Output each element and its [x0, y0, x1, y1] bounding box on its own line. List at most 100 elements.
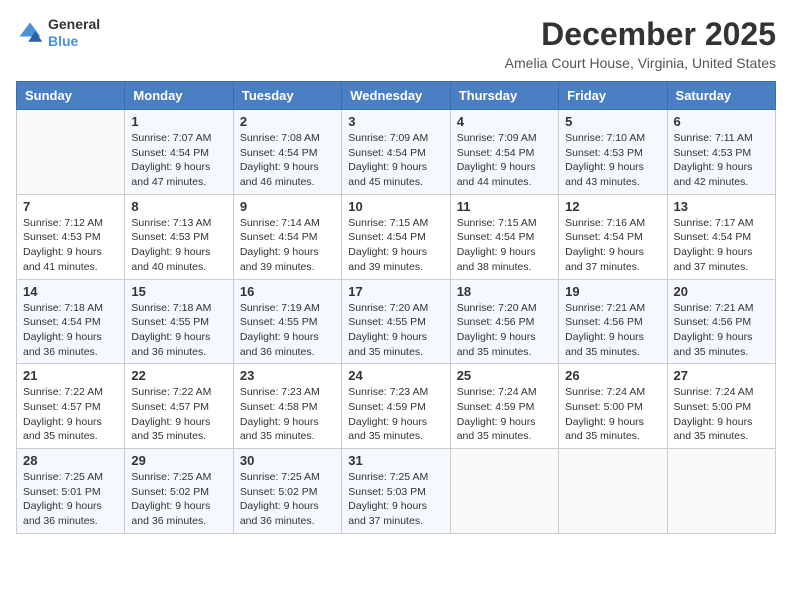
day-number: 16 — [240, 284, 335, 299]
logo-icon — [16, 19, 44, 47]
calendar-cell: 24 Sunrise: 7:23 AMSunset: 4:59 PMDayligh… — [342, 364, 450, 449]
title-block: December 2025 Amelia Court House, Virgin… — [505, 16, 776, 71]
calendar-week-row: 28 Sunrise: 7:25 AMSunset: 5:01 PMDayligh… — [17, 449, 776, 534]
calendar-cell: 23 Sunrise: 7:23 AMSunset: 4:58 PMDayligh… — [233, 364, 341, 449]
weekday-header: Friday — [559, 82, 667, 110]
page-header: General Blue December 2025 Amelia Court … — [16, 16, 776, 71]
calendar-cell: 8 Sunrise: 7:13 AMSunset: 4:53 PMDaylight… — [125, 194, 233, 279]
day-info: Sunrise: 7:22 AMSunset: 4:57 PMDaylight:… — [131, 385, 226, 444]
day-number: 4 — [457, 114, 552, 129]
calendar-cell: 14Sunrise: 7:18 AMSunset: 4:54 PMDayligh… — [17, 279, 125, 364]
calendar-cell: 4 Sunrise: 7:09 AMSunset: 4:54 PMDaylight… — [450, 110, 558, 195]
day-info: Sunrise: 7:24 AMSunset: 4:59 PMDaylight:… — [457, 385, 552, 444]
calendar-cell: 27Sunrise: 7:24 AMSunset: 5:00 PMDayligh… — [667, 364, 775, 449]
day-info: Sunrise: 7:09 AMSunset: 4:54 PMDaylight:… — [457, 131, 552, 190]
day-number: 5 — [565, 114, 660, 129]
day-number: 21 — [23, 368, 118, 383]
calendar-cell: 18 Sunrise: 7:20 AMSunset: 4:56 PMDayligh… — [450, 279, 558, 364]
day-number: 26 — [565, 368, 660, 383]
day-number: 24 — [348, 368, 443, 383]
day-info: Sunrise: 7:23 AMSunset: 4:59 PMDaylight:… — [348, 385, 443, 444]
day-number: 8 — [131, 199, 226, 214]
day-number: 10 — [348, 199, 443, 214]
calendar-table: SundayMondayTuesdayWednesdayThursdayFrid… — [16, 81, 776, 534]
day-info: Sunrise: 7:07 AMSunset: 4:54 PMDaylight:… — [131, 131, 226, 190]
day-number: 25 — [457, 368, 552, 383]
day-info: Sunrise: 7:24 AMSunset: 5:00 PMDaylight:… — [565, 385, 660, 444]
calendar-week-row: 7 Sunrise: 7:12 AMSunset: 4:53 PMDaylight… — [17, 194, 776, 279]
day-number: 14 — [23, 284, 118, 299]
calendar-cell: 17 Sunrise: 7:20 AMSunset: 4:55 PMDayligh… — [342, 279, 450, 364]
day-info: Sunrise: 7:20 AMSunset: 4:56 PMDaylight:… — [457, 301, 552, 360]
day-number: 17 — [348, 284, 443, 299]
calendar-cell — [559, 449, 667, 534]
day-number: 7 — [23, 199, 118, 214]
day-info: Sunrise: 7:23 AMSunset: 4:58 PMDaylight:… — [240, 385, 335, 444]
calendar-cell: 20Sunrise: 7:21 AMSunset: 4:56 PMDayligh… — [667, 279, 775, 364]
calendar-cell: 9 Sunrise: 7:14 AMSunset: 4:54 PMDaylight… — [233, 194, 341, 279]
day-info: Sunrise: 7:09 AMSunset: 4:54 PMDaylight:… — [348, 131, 443, 190]
location: Amelia Court House, Virginia, United Sta… — [505, 55, 776, 71]
day-info: Sunrise: 7:15 AMSunset: 4:54 PMDaylight:… — [457, 216, 552, 275]
calendar-cell: 15 Sunrise: 7:18 AMSunset: 4:55 PMDayligh… — [125, 279, 233, 364]
day-number: 3 — [348, 114, 443, 129]
day-info: Sunrise: 7:19 AMSunset: 4:55 PMDaylight:… — [240, 301, 335, 360]
calendar-cell: 1 Sunrise: 7:07 AMSunset: 4:54 PMDaylight… — [125, 110, 233, 195]
day-number: 22 — [131, 368, 226, 383]
calendar-cell: 11 Sunrise: 7:15 AMSunset: 4:54 PMDayligh… — [450, 194, 558, 279]
day-info: Sunrise: 7:12 AMSunset: 4:53 PMDaylight:… — [23, 216, 118, 275]
day-info: Sunrise: 7:11 AMSunset: 4:53 PMDaylight:… — [674, 131, 769, 190]
day-number: 18 — [457, 284, 552, 299]
logo-blue: Blue — [48, 33, 100, 50]
calendar-cell: 6 Sunrise: 7:11 AMSunset: 4:53 PMDaylight… — [667, 110, 775, 195]
weekday-header: Monday — [125, 82, 233, 110]
day-info: Sunrise: 7:16 AMSunset: 4:54 PMDaylight:… — [565, 216, 660, 275]
calendar-cell — [667, 449, 775, 534]
day-info: Sunrise: 7:14 AMSunset: 4:54 PMDaylight:… — [240, 216, 335, 275]
day-info: Sunrise: 7:15 AMSunset: 4:54 PMDaylight:… — [348, 216, 443, 275]
calendar-cell: 5Sunrise: 7:10 AMSunset: 4:53 PMDaylight… — [559, 110, 667, 195]
month-title: December 2025 — [505, 16, 776, 53]
calendar-cell: 21 Sunrise: 7:22 AMSunset: 4:57 PMDayligh… — [17, 364, 125, 449]
day-number: 23 — [240, 368, 335, 383]
day-info: Sunrise: 7:21 AMSunset: 4:56 PMDaylight:… — [565, 301, 660, 360]
logo-general: General — [48, 16, 100, 33]
day-info: Sunrise: 7:21 AMSunset: 4:56 PMDaylight:… — [674, 301, 769, 360]
calendar-week-row: 1 Sunrise: 7:07 AMSunset: 4:54 PMDaylight… — [17, 110, 776, 195]
day-number: 6 — [674, 114, 769, 129]
weekday-header: Sunday — [17, 82, 125, 110]
calendar-cell: 26 Sunrise: 7:24 AMSunset: 5:00 PMDayligh… — [559, 364, 667, 449]
day-number: 31 — [348, 453, 443, 468]
calendar-cell: 13Sunrise: 7:17 AMSunset: 4:54 PMDayligh… — [667, 194, 775, 279]
calendar-header-row: SundayMondayTuesdayWednesdayThursdayFrid… — [17, 82, 776, 110]
day-info: Sunrise: 7:13 AMSunset: 4:53 PMDaylight:… — [131, 216, 226, 275]
day-number: 1 — [131, 114, 226, 129]
calendar-cell: 3 Sunrise: 7:09 AMSunset: 4:54 PMDaylight… — [342, 110, 450, 195]
day-info: Sunrise: 7:25 AMSunset: 5:02 PMDaylight:… — [240, 470, 335, 529]
weekday-header: Wednesday — [342, 82, 450, 110]
day-number: 13 — [674, 199, 769, 214]
day-number: 19 — [565, 284, 660, 299]
calendar-week-row: 14Sunrise: 7:18 AMSunset: 4:54 PMDayligh… — [17, 279, 776, 364]
day-info: Sunrise: 7:25 AMSunset: 5:01 PMDaylight:… — [23, 470, 118, 529]
calendar-cell: 28 Sunrise: 7:25 AMSunset: 5:01 PMDayligh… — [17, 449, 125, 534]
day-number: 11 — [457, 199, 552, 214]
day-info: Sunrise: 7:25 AMSunset: 5:02 PMDaylight:… — [131, 470, 226, 529]
calendar-cell: 31Sunrise: 7:25 AMSunset: 5:03 PMDayligh… — [342, 449, 450, 534]
calendar-cell: 30Sunrise: 7:25 AMSunset: 5:02 PMDayligh… — [233, 449, 341, 534]
logo: General Blue — [16, 16, 100, 50]
calendar-week-row: 21 Sunrise: 7:22 AMSunset: 4:57 PMDayligh… — [17, 364, 776, 449]
calendar-cell: 29Sunrise: 7:25 AMSunset: 5:02 PMDayligh… — [125, 449, 233, 534]
day-info: Sunrise: 7:18 AMSunset: 4:55 PMDaylight:… — [131, 301, 226, 360]
day-number: 15 — [131, 284, 226, 299]
day-number: 28 — [23, 453, 118, 468]
day-info: Sunrise: 7:20 AMSunset: 4:55 PMDaylight:… — [348, 301, 443, 360]
calendar-cell: 2Sunrise: 7:08 AMSunset: 4:54 PMDaylight… — [233, 110, 341, 195]
day-info: Sunrise: 7:24 AMSunset: 5:00 PMDaylight:… — [674, 385, 769, 444]
weekday-header: Thursday — [450, 82, 558, 110]
day-number: 9 — [240, 199, 335, 214]
calendar-cell: 10 Sunrise: 7:15 AMSunset: 4:54 PMDayligh… — [342, 194, 450, 279]
calendar-cell — [17, 110, 125, 195]
calendar-cell: 7 Sunrise: 7:12 AMSunset: 4:53 PMDaylight… — [17, 194, 125, 279]
day-info: Sunrise: 7:22 AMSunset: 4:57 PMDaylight:… — [23, 385, 118, 444]
